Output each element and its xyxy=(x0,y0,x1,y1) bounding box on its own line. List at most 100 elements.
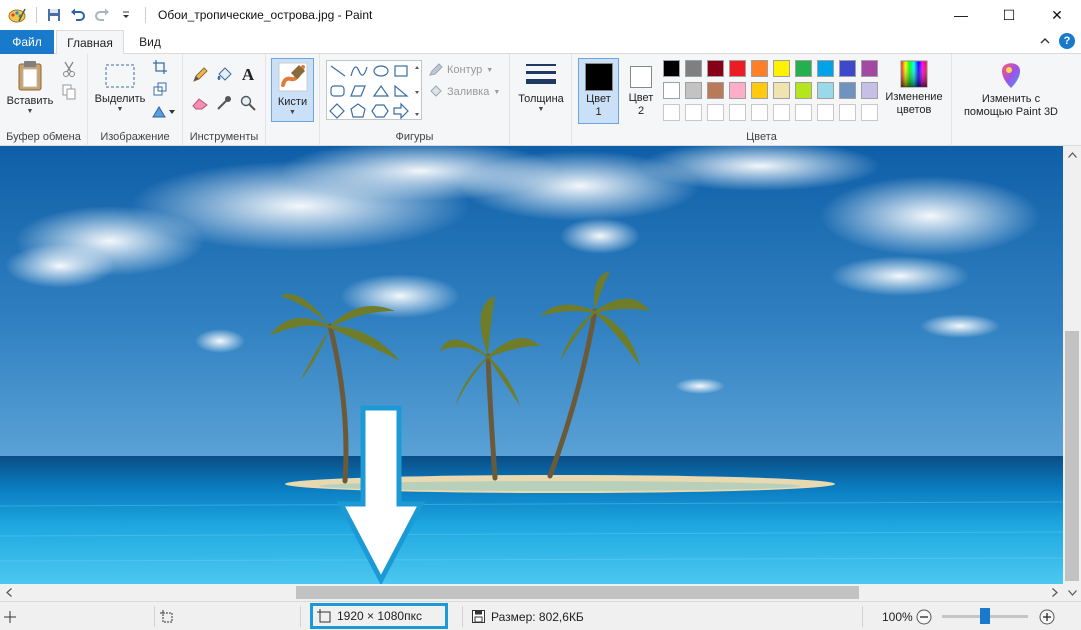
palette-swatch[interactable] xyxy=(773,60,790,77)
palette-swatch[interactable] xyxy=(861,60,878,77)
vertical-scroll-thumb[interactable] xyxy=(1065,331,1079,581)
color1-button[interactable]: Цвет 1 xyxy=(578,58,619,124)
custom-color-slot[interactable] xyxy=(773,104,790,121)
custom-color-slot[interactable] xyxy=(751,104,768,121)
vertical-scrollbar[interactable] xyxy=(1063,146,1081,584)
custom-color-slot[interactable] xyxy=(729,104,746,121)
custom-color-slot[interactable] xyxy=(707,104,724,121)
horizontal-scrollbar[interactable] xyxy=(0,584,1063,601)
window-controls: — ☐ ✕ xyxy=(937,0,1081,30)
size-button[interactable]: Толщина ▼ xyxy=(514,58,568,124)
undo-icon[interactable] xyxy=(67,4,89,26)
size-group: Толщина ▼ xyxy=(510,54,572,146)
custom-color-slot[interactable] xyxy=(861,104,878,121)
tab-home[interactable]: Главная xyxy=(56,30,124,55)
copy-icon[interactable] xyxy=(60,83,78,101)
tab-file[interactable]: Файл xyxy=(0,30,54,54)
color-spectrum-icon xyxy=(900,60,928,88)
resize-icon[interactable] xyxy=(151,80,169,98)
rotate-icon[interactable] xyxy=(151,102,177,120)
palette-swatch[interactable] xyxy=(817,82,834,99)
zoom-out-button[interactable] xyxy=(916,602,932,630)
custom-color-slot[interactable] xyxy=(795,104,812,121)
cut-icon[interactable] xyxy=(60,60,78,78)
select-button[interactable]: Выделить ▼ xyxy=(92,58,148,124)
palette-swatch[interactable] xyxy=(707,82,724,99)
image-dimensions: 1920 × 1080пкс xyxy=(337,609,422,623)
scroll-up-icon[interactable] xyxy=(1063,146,1081,163)
palette-swatch[interactable] xyxy=(663,82,680,99)
scroll-left-icon[interactable] xyxy=(0,584,17,601)
palette-swatch[interactable] xyxy=(795,60,812,77)
clipboard-icon xyxy=(18,61,42,91)
custom-color-slot[interactable] xyxy=(839,104,856,121)
crop-icon[interactable] xyxy=(151,58,169,76)
colors-group-label: Цвета xyxy=(746,131,777,143)
paint3d-line2: помощью Paint 3D xyxy=(963,106,1059,118)
custom-color-slot[interactable] xyxy=(663,104,680,121)
paste-button[interactable]: Вставить ▼ xyxy=(4,58,56,124)
minimize-button[interactable]: — xyxy=(937,0,985,30)
palette-swatch[interactable] xyxy=(729,60,746,77)
image-canvas[interactable] xyxy=(0,146,1063,584)
palette-swatch[interactable] xyxy=(773,82,790,99)
scroll-right-icon[interactable] xyxy=(1046,584,1063,601)
image-group-label: Изображение xyxy=(100,131,170,143)
selection-size-icon xyxy=(160,602,174,630)
paint-app-icon[interactable] xyxy=(6,4,28,26)
help-button[interactable]: ? xyxy=(1059,33,1075,49)
image-size-icon xyxy=(317,609,331,623)
brushes-button[interactable]: Кисти ▼ xyxy=(271,58,314,122)
save-icon[interactable] xyxy=(43,4,65,26)
redo-icon[interactable] xyxy=(91,4,113,26)
customize-toolbar-icon[interactable] xyxy=(115,4,137,26)
collapse-ribbon-icon[interactable] xyxy=(1037,33,1053,49)
text-tool-icon[interactable]: A xyxy=(239,65,257,84)
palette-swatch[interactable] xyxy=(839,82,856,99)
pencil-icon[interactable] xyxy=(191,66,209,84)
scroll-down-icon[interactable] xyxy=(1065,584,1079,601)
edit-colors-button[interactable]: Изменение цветов xyxy=(880,58,948,124)
tab-view[interactable]: Вид xyxy=(128,30,172,54)
custom-color-slot[interactable] xyxy=(817,104,834,121)
palette-swatch[interactable] xyxy=(751,82,768,99)
zoom-in-button[interactable] xyxy=(1039,602,1055,630)
color2-button[interactable]: Цвет 2 xyxy=(622,58,660,124)
outline-button[interactable]: Контур ▼ xyxy=(428,62,493,78)
paint3d-group: Изменить с помощью Paint 3D xyxy=(952,54,1070,146)
magnifier-icon[interactable] xyxy=(239,94,257,112)
zoom-slider-thumb[interactable] xyxy=(980,608,990,624)
palette-swatch[interactable] xyxy=(817,60,834,77)
chevron-down-icon: ▼ xyxy=(26,108,34,115)
palette-swatch[interactable] xyxy=(685,60,702,77)
maximize-button[interactable]: ☐ xyxy=(985,0,1033,30)
palette-swatch[interactable] xyxy=(663,60,680,77)
horizontal-scroll-thumb[interactable] xyxy=(296,586,859,599)
clipboard-group: Вставить ▼ Буфер обмена xyxy=(0,54,88,146)
eraser-icon[interactable] xyxy=(191,94,209,112)
edit-colors-line2: цветов xyxy=(896,104,932,116)
custom-color-slot[interactable] xyxy=(685,104,702,121)
palette-swatch[interactable] xyxy=(685,82,702,99)
ribbon-controls: ? xyxy=(1037,33,1075,49)
chevron-down-icon: ▼ xyxy=(116,106,124,113)
palette-swatch[interactable] xyxy=(861,82,878,99)
palette-swatch[interactable] xyxy=(707,60,724,77)
close-button[interactable]: ✕ xyxy=(1033,0,1081,30)
color-picker-icon[interactable] xyxy=(215,94,233,112)
chevron-down-icon: ▼ xyxy=(289,109,296,116)
palette-swatch[interactable] xyxy=(795,82,812,99)
fill-label: Заливка xyxy=(447,86,490,98)
scrollbar-corner xyxy=(1063,584,1081,601)
palette-swatch[interactable] xyxy=(839,60,856,77)
fill-button[interactable]: Заливка ▼ xyxy=(428,84,500,100)
color2-number: 2 xyxy=(637,105,645,117)
palette-swatch[interactable] xyxy=(751,60,768,77)
separator xyxy=(462,606,463,627)
palette-swatch[interactable] xyxy=(729,82,746,99)
fill-bucket-icon[interactable] xyxy=(215,66,233,84)
shapes-gallery[interactable] xyxy=(326,60,422,120)
zoom-slider[interactable] xyxy=(942,608,1028,624)
paint3d-button[interactable]: Изменить с помощью Paint 3D xyxy=(956,58,1066,124)
zoom-level: 100% xyxy=(882,609,913,624)
